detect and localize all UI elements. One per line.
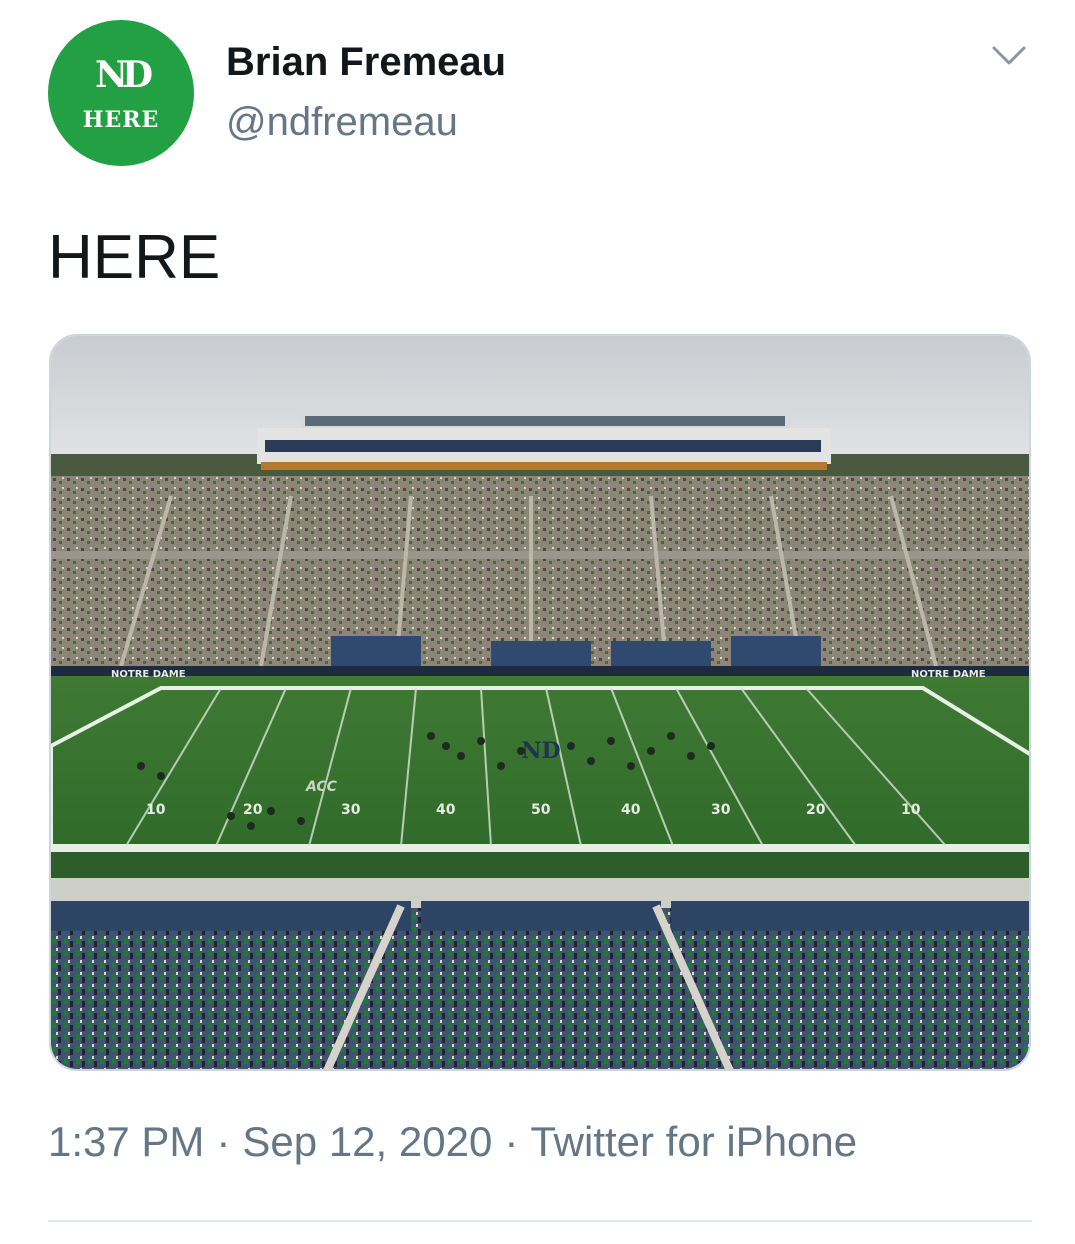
yard-number: 20 bbox=[806, 802, 826, 818]
chevron-down-icon[interactable] bbox=[990, 40, 1028, 70]
yard-number: 10 bbox=[901, 802, 921, 818]
wall-text-left: NOTRE DAME bbox=[111, 669, 186, 680]
tweet-text: HERE bbox=[48, 223, 221, 292]
yard-number: 50 bbox=[531, 802, 551, 818]
yard-number: 40 bbox=[436, 802, 456, 818]
tweet-date[interactable]: Sep 12, 2020 bbox=[242, 1118, 492, 1165]
tweet-photo[interactable]: 10 20 30 40 50 40 30 20 10 ND ACC NOTRE … bbox=[49, 334, 1031, 1071]
tweet-source[interactable]: Twitter for iPhone bbox=[530, 1118, 857, 1165]
avatar[interactable]: ND HERE bbox=[48, 20, 194, 166]
divider bbox=[48, 1220, 1032, 1222]
separator: · bbox=[504, 1118, 519, 1165]
yard-number: 30 bbox=[711, 802, 731, 818]
tweet-time[interactable]: 1:37 PM bbox=[48, 1118, 204, 1165]
stadium-photo: 10 20 30 40 50 40 30 20 10 ND ACC NOTRE … bbox=[51, 336, 1029, 1069]
yard-number: 20 bbox=[243, 802, 263, 818]
yard-number: 40 bbox=[621, 802, 641, 818]
acc-logo: ACC bbox=[305, 779, 338, 795]
avatar-text: HERE bbox=[82, 107, 160, 133]
avatar-monogram: ND bbox=[94, 54, 153, 96]
yard-number: 10 bbox=[146, 802, 166, 818]
separator: · bbox=[216, 1118, 231, 1165]
yard-number: 30 bbox=[341, 802, 361, 818]
author-name[interactable]: Brian Fremeau bbox=[226, 40, 506, 85]
author-handle[interactable]: @ndfremeau bbox=[226, 100, 458, 145]
wall-text-right: NOTRE DAME bbox=[911, 669, 986, 680]
midfield-logo: ND bbox=[521, 738, 560, 764]
tweet-meta: 1:37 PM · Sep 12, 2020 · Twitter for iPhone bbox=[48, 1118, 857, 1166]
